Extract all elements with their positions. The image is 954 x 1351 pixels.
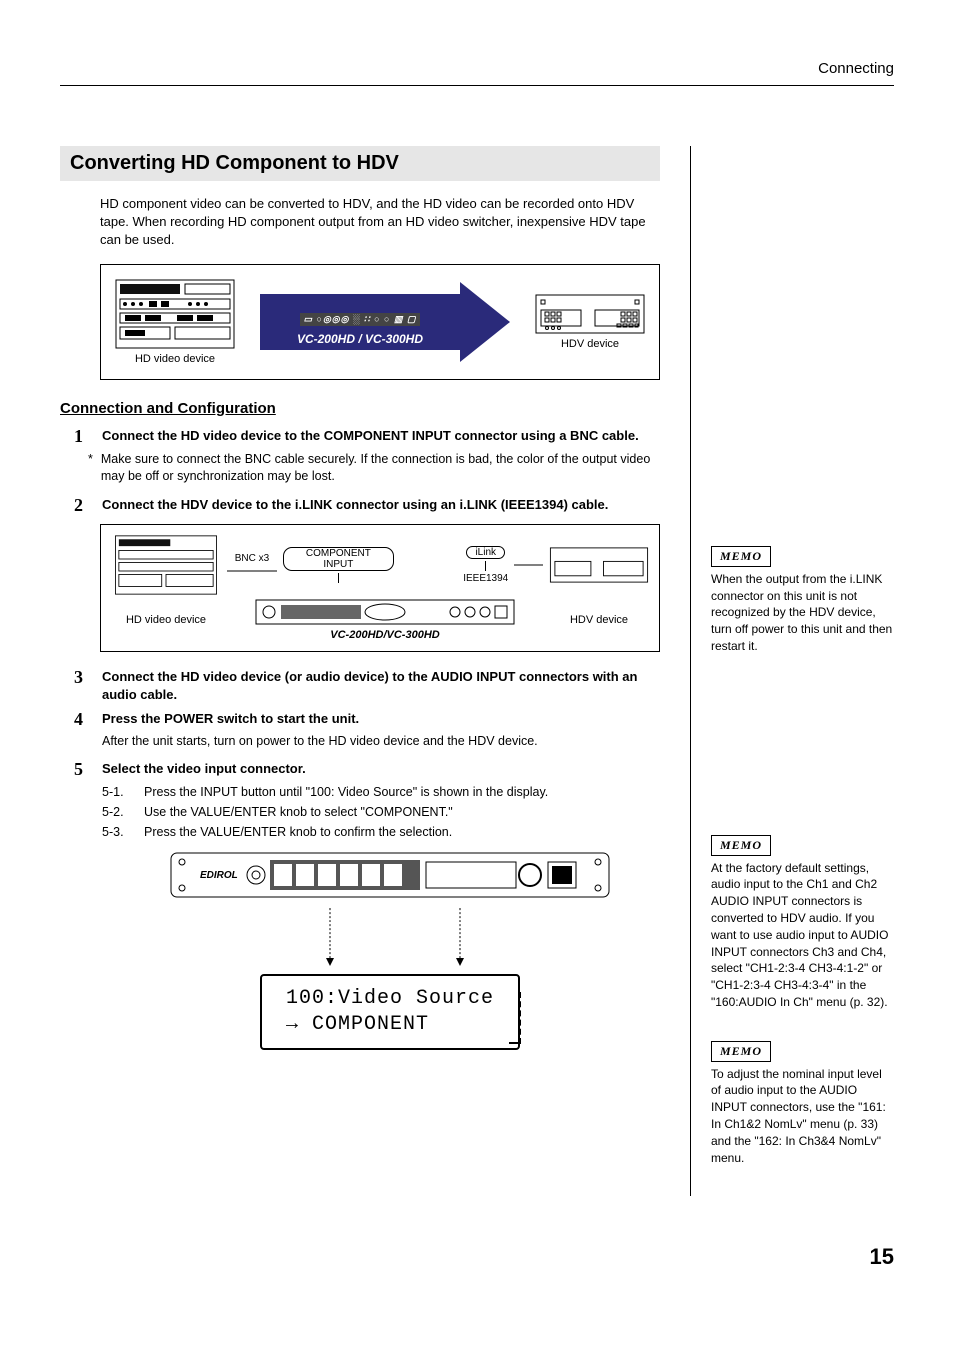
memo-1: MEMO When the output from the i.LINK con… — [711, 546, 894, 655]
conversion-arrow: ▭ ○◎◎◎ ░ ∷ ○ ○ ▥ ▢ VC-200HD / VC-300HD — [260, 282, 510, 362]
sub-5-3-n: 5-3. — [102, 822, 136, 842]
intro-paragraph: HD component video can be converted to H… — [100, 195, 660, 250]
conn-left-label: HD video device — [111, 614, 221, 626]
step-3: 3 Connect the HD video device (or audio … — [74, 668, 660, 704]
step-4-after: After the unit starts, turn on power to … — [102, 733, 660, 751]
memo-badge-1: MEMO — [711, 546, 771, 567]
step-2: 2 Connect the HDV device to the i.LINK c… — [74, 496, 660, 514]
front-panel-diagram: EDIROL — [120, 852, 660, 1050]
hdv-device-icon-2 — [549, 547, 649, 583]
memo-2: MEMO At the factory default settings, au… — [711, 835, 894, 1011]
hdv-device-icon — [535, 294, 645, 334]
memo-badge-3: MEMO — [711, 1041, 771, 1062]
memo-2-text: At the factory default settings, audio i… — [711, 860, 894, 1011]
memo-3-text: To adjust the nominal input level of aud… — [711, 1066, 894, 1167]
front-panel-icon: EDIROL — [170, 852, 610, 902]
sub-5-1-n: 5-1. — [102, 782, 136, 802]
step-3-text: Connect the HD video device (or audio de… — [102, 669, 637, 702]
step-2-number: 2 — [74, 496, 92, 514]
step-5-sublist: 5-1. Press the INPUT button until "100: V… — [102, 782, 660, 842]
conn-center-label: VC-200HD/VC-300HD — [330, 629, 439, 641]
callout-lines — [260, 908, 520, 968]
page-title: Converting HD Component to HDV — [60, 146, 660, 181]
sub-5-1-t: Press the INPUT button until "100: Video… — [144, 782, 548, 802]
diagram1-right-label: HDV device — [561, 338, 619, 350]
step-1: 1 Connect the HD video device to the COM… — [74, 427, 660, 445]
step-4-text: Press the POWER switch to start the unit… — [102, 711, 359, 726]
unit-front-glyphs: ▭ ○◎◎◎ ░ ∷ ○ ○ ▥ ▢ — [300, 313, 421, 326]
page-number: 15 — [870, 1244, 894, 1270]
step-5-text: Select the video input connector. — [102, 761, 306, 776]
bnc-label: BNC x3 — [235, 553, 269, 564]
hd-video-device-icon — [115, 279, 235, 349]
ilink-label: iLink — [466, 546, 505, 559]
step-4-number: 4 — [74, 710, 92, 728]
memo-3: MEMO To adjust the nominal input level o… — [711, 1041, 894, 1167]
hd-device-icon-2 — [111, 535, 221, 595]
conn-right-label: HDV device — [549, 614, 649, 626]
center-unit-icon — [255, 599, 515, 625]
lcd-line-2: → COMPONENT — [286, 1012, 494, 1038]
sidebar-column: MEMO When the output from the i.LINK con… — [690, 146, 894, 1196]
sub-5-2-t: Use the VALUE/ENTER knob to select "COMP… — [144, 802, 453, 822]
brand-label: EDIROL — [200, 870, 238, 881]
step-1-number: 1 — [74, 427, 92, 445]
diagram1-left-label: HD video device — [135, 353, 215, 365]
step-2-text: Connect the HDV device to the i.LINK con… — [102, 497, 608, 512]
component-input-label: COMPONENT INPUT — [283, 547, 394, 571]
subheading: Connection and Configuration — [60, 400, 660, 417]
header-rule — [60, 85, 894, 86]
step-5-number: 5 — [74, 760, 92, 778]
step-1-text: Connect the HD video device to the COMPO… — [102, 428, 639, 443]
memo-badge-2: MEMO — [711, 835, 771, 856]
main-column: Converting HD Component to HDV HD compon… — [60, 146, 660, 1196]
step-1-note-text: Make sure to connect the BNC cable secur… — [101, 451, 660, 486]
sub-5-2-n: 5-2. — [102, 802, 136, 822]
step-5: 5 Select the video input connector. — [74, 760, 660, 778]
lcd-display: 100:Video Source → COMPONENT — [260, 974, 520, 1050]
ieee-label: IEEE1394 — [463, 573, 508, 584]
sub-5-3-t: Press the VALUE/ENTER knob to confirm th… — [144, 822, 452, 842]
arrow-label: VC-200HD / VC-300HD — [297, 332, 423, 346]
step-4: 4 Press the POWER switch to start the un… — [74, 710, 660, 728]
step-3-number: 3 — [74, 668, 92, 704]
overview-diagram: HD video device ▭ ○◎◎◎ ░ ∷ ○ ○ ▥ ▢ VC-20… — [100, 264, 660, 380]
connection-diagram: BNC x3 COMPONENT INPUT iLink IEEE1394 — [100, 524, 660, 652]
section-header: Connecting — [60, 60, 894, 77]
step-1-note: * Make sure to connect the BNC cable sec… — [88, 451, 660, 486]
memo-1-text: When the output from the i.LINK connecto… — [711, 571, 894, 655]
lcd-line-1: 100:Video Source — [286, 986, 494, 1012]
